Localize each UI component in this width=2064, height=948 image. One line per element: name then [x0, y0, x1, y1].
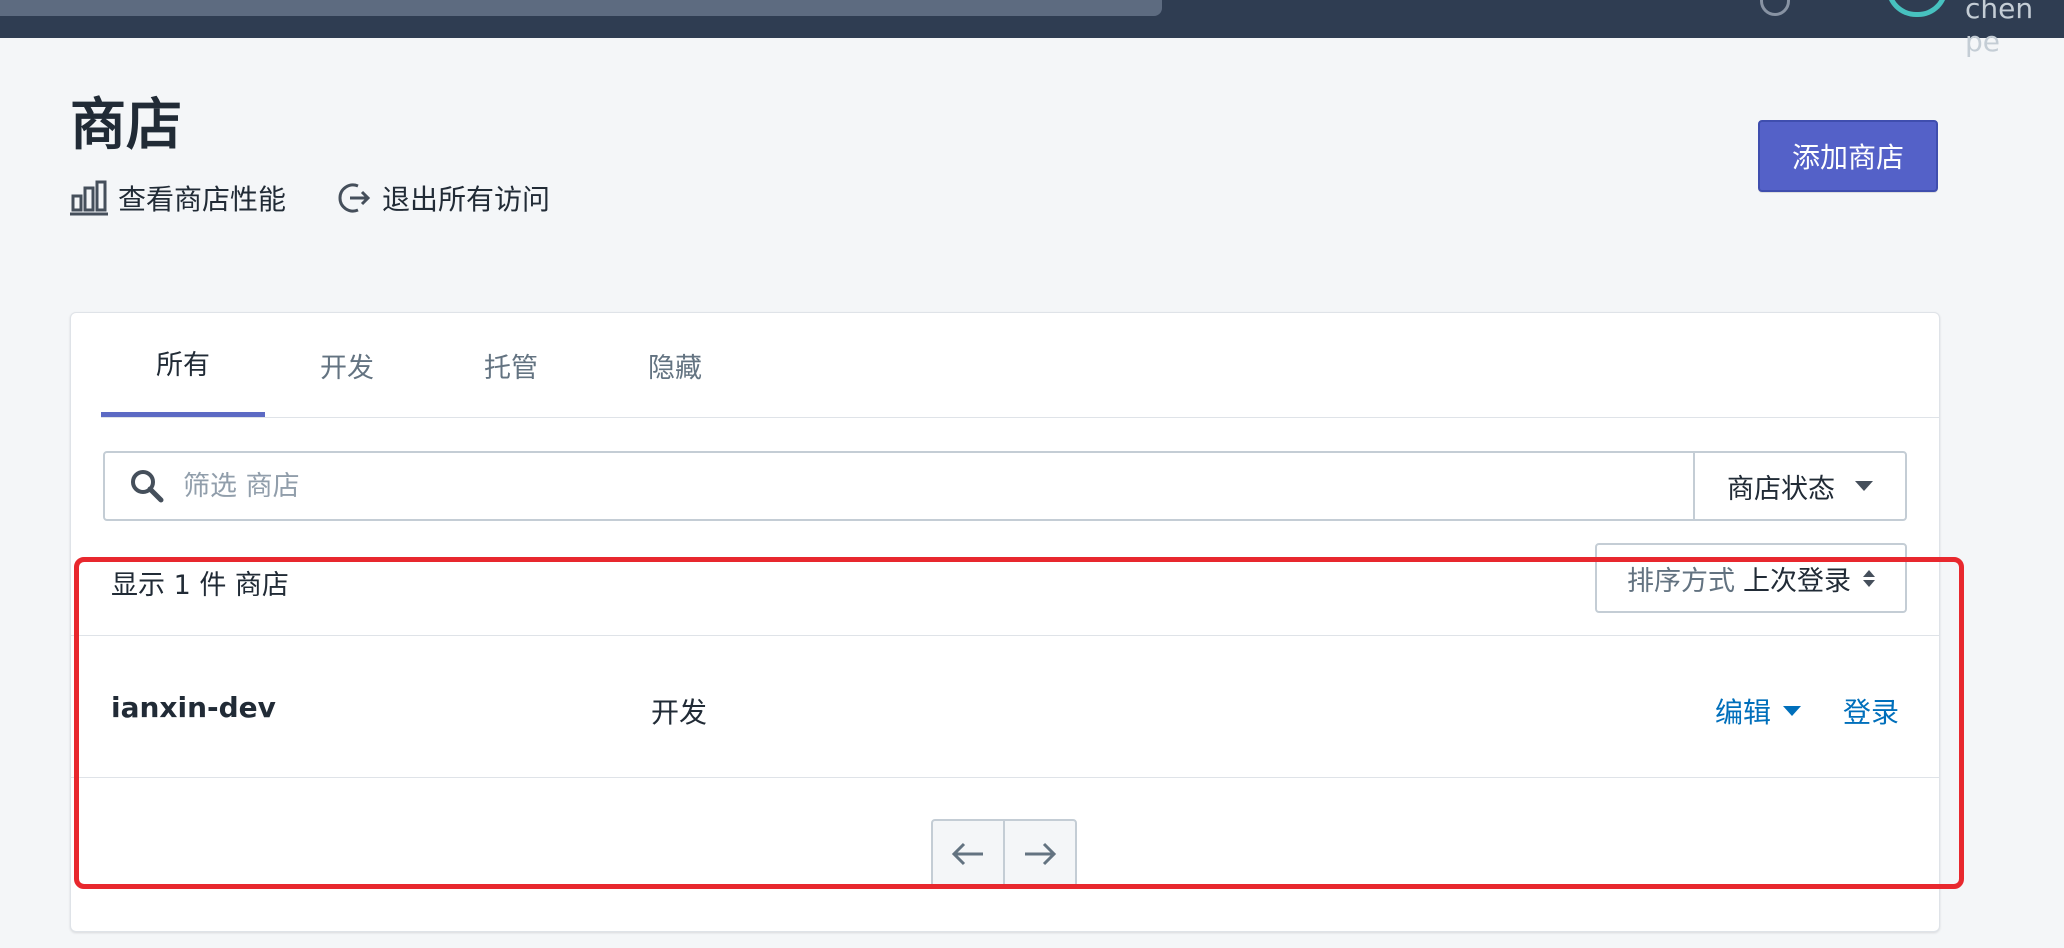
settings-icon[interactable]: [1760, 0, 1790, 16]
tab-development[interactable]: 开发: [265, 313, 429, 417]
logout-all-label: 退出所有访问: [382, 183, 551, 216]
store-status-label: 商店状态: [1727, 473, 1835, 505]
top-bar: chen pe: [0, 0, 2064, 58]
tab-hidden[interactable]: 隐藏: [593, 313, 757, 417]
stores-card: 所有 开发 托管 隐藏 商店状态 显示 1 件 商店 排序方式 上次登录 ian…: [70, 312, 1940, 932]
sort-updown-icon: [1863, 569, 1875, 587]
arrow-right-icon: [1025, 842, 1057, 866]
store-type: 开发: [651, 696, 708, 729]
previous-page-button[interactable]: [931, 819, 1005, 889]
logout-icon: [338, 183, 371, 213]
top-search-bar[interactable]: [0, 0, 1162, 16]
filter-field: [105, 453, 1693, 519]
row-divider: [71, 635, 1939, 636]
page-title: 商店: [70, 93, 182, 158]
store-name: ianxin-dev: [111, 691, 276, 724]
filter-input[interactable]: [181, 469, 1585, 503]
login-link[interactable]: 登录: [1843, 691, 1899, 731]
arrow-left-icon: [951, 842, 983, 866]
bar-chart-icon: [70, 180, 108, 216]
username[interactable]: chen pe: [1965, 0, 2064, 58]
view-performance-label: 查看商店性能: [118, 183, 287, 216]
filter-bar: 商店状态: [103, 451, 1907, 521]
tab-managed[interactable]: 托管: [429, 313, 593, 417]
sort-label: 排序方式: [1627, 565, 1735, 597]
chevron-down-icon: [1783, 706, 1802, 716]
avatar[interactable]: [1886, 0, 1948, 17]
add-store-button[interactable]: 添加商店: [1758, 120, 1938, 192]
logout-all-link[interactable]: 退出所有访问: [338, 178, 550, 218]
result-count: 显示 1 件 商店: [111, 570, 289, 601]
sort-dropdown[interactable]: 排序方式 上次登录: [1595, 543, 1907, 613]
search-icon: [131, 470, 164, 503]
edit-label: 编辑: [1715, 696, 1772, 729]
pagination: [931, 819, 1077, 889]
chevron-down-icon: [1855, 481, 1873, 491]
row-divider: [71, 777, 1939, 778]
next-page-button[interactable]: [1003, 819, 1077, 889]
tab-all[interactable]: 所有: [101, 313, 265, 417]
store-status-dropdown[interactable]: 商店状态: [1693, 453, 1905, 519]
view-performance-link[interactable]: 查看商店性能: [70, 178, 286, 218]
tab-divider: [101, 417, 1939, 418]
sort-value: 上次登录: [1743, 565, 1851, 597]
edit-dropdown[interactable]: 编辑: [1715, 691, 1802, 731]
tab-bar: 所有 开发 托管 隐藏: [101, 313, 757, 417]
